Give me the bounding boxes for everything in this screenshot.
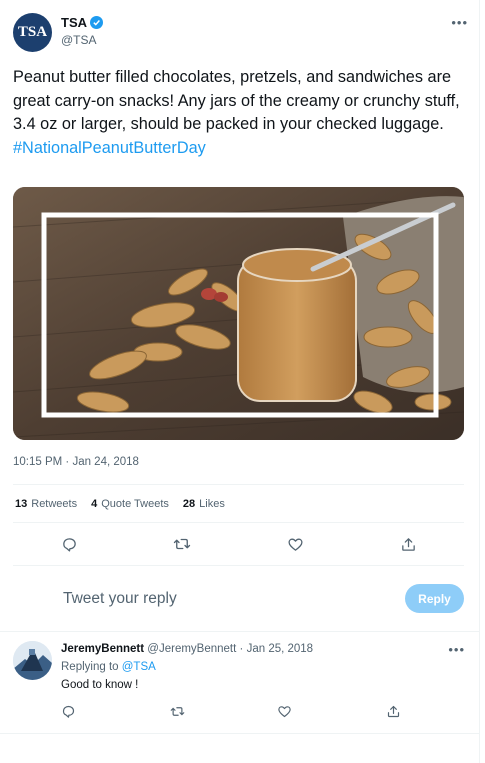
share-icon[interactable]: [397, 533, 419, 555]
likes-label: Likes: [199, 498, 225, 510]
reply-header: JeremyBennett @JeremyBennett · Jan 25, 2…: [61, 643, 313, 655]
quotes-label: Quote Tweets: [101, 498, 169, 510]
divider: [13, 565, 464, 566]
retweet-icon[interactable]: [168, 702, 186, 720]
likes-count: 28: [182, 498, 196, 510]
hashtag-link[interactable]: #NationalPeanutButterDay: [13, 139, 206, 157]
peanut-butter-photo: [13, 187, 464, 440]
tweet-actions: [0, 533, 485, 555]
reply-icon[interactable]: [58, 533, 80, 555]
retweets-count: 13: [15, 498, 28, 510]
tweet-body: Peanut butter filled chocolates, pretzel…: [13, 68, 460, 133]
author-handle[interactable]: @TSA: [61, 33, 97, 47]
tweet-header: TSA TSA @TSA •••: [13, 13, 468, 53]
tweet-stats: 13 Retweets 4 Quote Tweets 28 Likes: [15, 498, 225, 510]
reply-actions: [0, 702, 485, 720]
quotes-count: 4: [91, 498, 98, 510]
reply-icon[interactable]: [59, 702, 77, 720]
like-icon[interactable]: [275, 702, 293, 720]
reply-author-handle[interactable]: @JeremyBennett: [147, 643, 236, 655]
verified-badge-icon: [90, 16, 103, 29]
share-icon[interactable]: [384, 702, 402, 720]
avatar[interactable]: TSA: [13, 13, 52, 52]
quote-tweets-stat[interactable]: 4 Quote Tweets: [91, 498, 169, 510]
more-icon[interactable]: •••: [451, 15, 468, 30]
tweet-text: Peanut butter filled chocolates, pretzel…: [13, 66, 463, 160]
retweets-label: Retweets: [31, 498, 78, 510]
like-icon[interactable]: [284, 533, 306, 555]
separator-dot: ·: [239, 643, 244, 655]
tweet-timestamp[interactable]: 10:15 PM · Jan 24, 2018: [13, 456, 139, 468]
divider: [0, 631, 480, 632]
replying-to: Replying to @TSA: [61, 661, 156, 673]
likes-stat[interactable]: 28 Likes: [183, 498, 225, 510]
reply-author-name[interactable]: JeremyBennett: [61, 643, 144, 655]
more-icon[interactable]: •••: [448, 642, 465, 657]
reply-text: Good to know !: [61, 679, 139, 691]
mention-link[interactable]: @TSA: [122, 661, 156, 673]
reply-input[interactable]: Tweet your reply: [63, 590, 177, 608]
tweet-media[interactable]: [13, 187, 464, 440]
divider: [13, 484, 464, 485]
divider: [13, 522, 464, 523]
author-name[interactable]: TSA: [61, 15, 103, 30]
reply-button[interactable]: Reply: [405, 584, 464, 613]
avatar-text: TSA: [17, 24, 48, 40]
divider: [0, 733, 480, 734]
avatar[interactable]: [13, 641, 52, 680]
right-border: [479, 0, 480, 763]
replying-prefix: Replying to: [61, 661, 119, 673]
author-name-label: TSA: [61, 15, 87, 30]
reply-date[interactable]: Jan 25, 2018: [247, 643, 314, 655]
retweets-stat[interactable]: 13 Retweets: [15, 498, 77, 510]
retweet-icon[interactable]: [171, 533, 193, 555]
